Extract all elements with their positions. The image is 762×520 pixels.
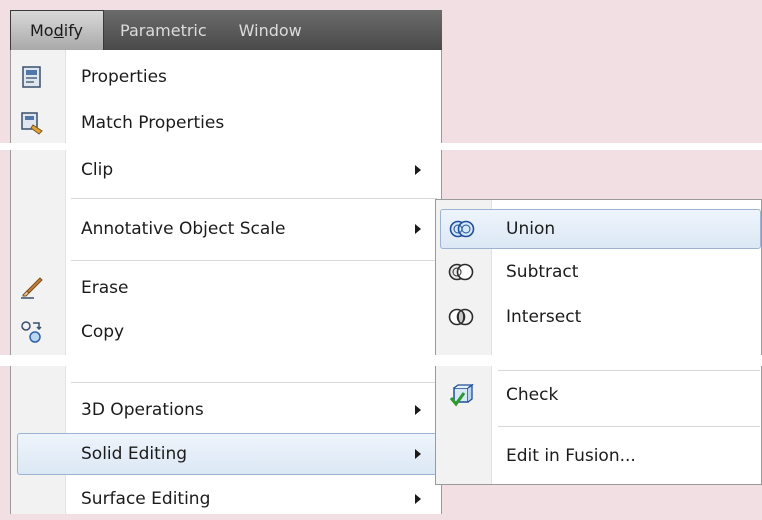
crop-band	[0, 143, 762, 150]
submenu-separator	[498, 370, 760, 371]
menu-item-label: Annotative Object Scale	[81, 219, 286, 239]
menu-item-3d-operations[interactable]: 3D Operations	[11, 389, 441, 431]
menu-separator	[71, 198, 437, 199]
menu-item-label: Solid Editing	[81, 444, 188, 464]
submenu-separator	[498, 426, 760, 427]
submenu-arrow-icon	[415, 449, 421, 459]
subtract-icon	[448, 261, 474, 283]
menu-item-match-properties[interactable]: Match Properties	[11, 102, 441, 144]
menu-window[interactable]: Window	[223, 10, 318, 50]
menu-modify-underline: d	[53, 21, 64, 40]
menu-item-label: Match Properties	[81, 113, 225, 133]
menu-item-erase[interactable]: Erase	[11, 267, 441, 309]
erase-icon	[20, 276, 44, 300]
submenu-item-intersect[interactable]: Intersect	[436, 297, 761, 337]
crop-band	[0, 355, 762, 366]
submenu-item-label: Edit in Fusion...	[506, 446, 636, 466]
match-properties-icon	[20, 111, 44, 135]
menu-item-label: Surface Editing	[81, 489, 211, 509]
menu-item-label: 3D Operations	[81, 400, 204, 420]
menu-item-label: Copy	[81, 322, 125, 342]
submenu-arrow-icon	[415, 165, 421, 175]
submenu-item-label: Union	[506, 219, 556, 239]
submenu-arrow-icon	[415, 494, 421, 504]
menu-modify-prefix: Mo	[30, 21, 54, 40]
properties-icon	[20, 65, 44, 89]
menu-item-clip[interactable]: Clip	[11, 149, 441, 191]
menu-bar: Mo d ify Parametric Window	[10, 10, 442, 50]
menu-item-properties[interactable]: Properties	[11, 56, 441, 98]
union-icon	[449, 218, 475, 240]
submenu-item-subtract[interactable]: Subtract	[436, 252, 761, 292]
submenu-item-edit-in-fusion[interactable]: Edit in Fusion...	[436, 436, 761, 476]
menu-item-copy[interactable]: Copy	[11, 311, 441, 353]
check-icon	[448, 383, 474, 407]
menu-separator	[71, 382, 437, 383]
menu-item-solid-editing[interactable]: Solid Editing	[17, 433, 437, 475]
menu-modify[interactable]: Mo d ify	[10, 10, 105, 50]
submenu-item-union[interactable]: Union	[440, 209, 761, 249]
submenu-item-label: Check	[506, 385, 559, 405]
menu-parametric[interactable]: Parametric	[104, 10, 223, 50]
submenu-arrow-icon	[415, 224, 421, 234]
menu-item-label: Erase	[81, 278, 129, 298]
copy-icon	[20, 320, 44, 344]
menu-item-annotative-object-scale[interactable]: Annotative Object Scale	[11, 208, 441, 250]
submenu-item-label: Subtract	[506, 262, 579, 282]
submenu-item-check[interactable]: Check	[436, 375, 761, 415]
menu-separator	[71, 260, 437, 261]
intersect-icon	[448, 306, 474, 328]
menu-modify-suffix: ify	[63, 21, 84, 40]
solid-editing-submenu: Union Subtract Intersect Check Edit in F…	[435, 199, 762, 485]
menu-item-label: Properties	[81, 67, 167, 87]
modify-dropdown: Properties Match Properties Clip Annotat…	[10, 50, 442, 514]
submenu-item-label: Intersect	[506, 307, 582, 327]
submenu-arrow-icon	[415, 405, 421, 415]
menu-item-label: Clip	[81, 160, 114, 180]
